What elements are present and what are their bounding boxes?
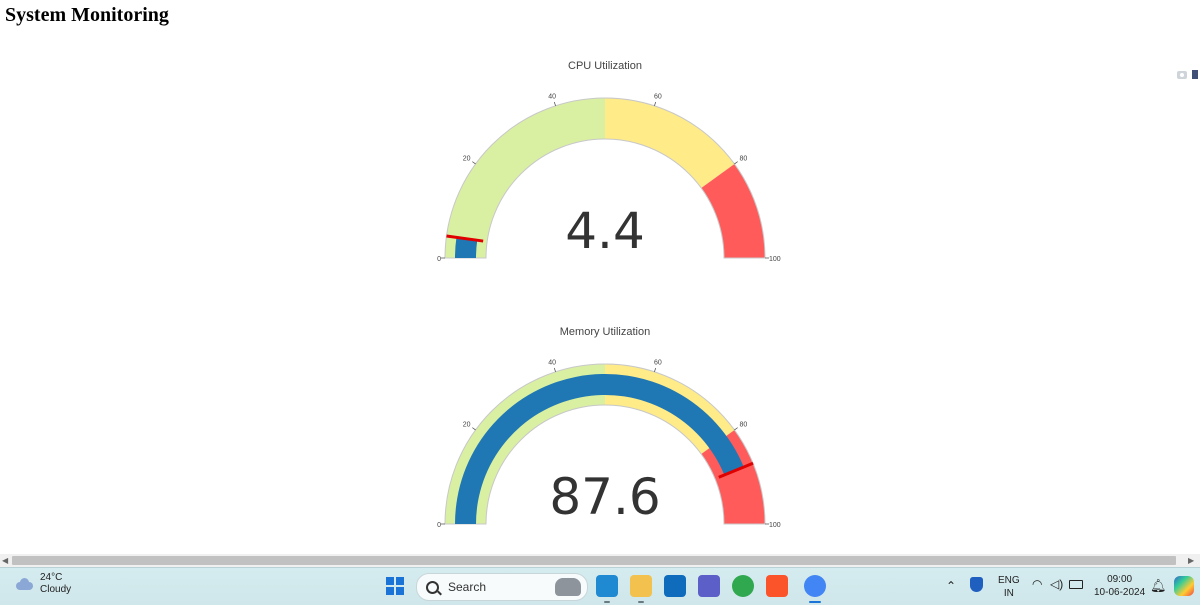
chevron-up-icon[interactable]: ⌃ — [946, 579, 956, 593]
copilot-icon[interactable] — [1174, 576, 1194, 596]
notification-bell-icon[interactable]: 🔔︎ — [1150, 578, 1167, 594]
cpu-tick-label: 20 — [463, 155, 471, 162]
cpu-tick-label: 40 — [548, 93, 556, 100]
chrome-icon[interactable] — [732, 575, 754, 597]
cpu-tick-60 — [654, 101, 657, 106]
battery-icon[interactable] — [1069, 580, 1083, 589]
running-indicator — [809, 601, 821, 603]
cpu-tick-label: 80 — [739, 155, 747, 162]
cpu-gauge: CPU Utilization 0 20 40 60 80 100 4.4 — [437, 60, 781, 263]
scroll-left-arrow-icon[interactable]: ◀ — [2, 556, 10, 565]
security-shield-icon[interactable] — [970, 577, 983, 592]
cpu-tick-80 — [734, 161, 738, 165]
clock-time: 09:00 — [1107, 574, 1133, 585]
language-indicator[interactable]: ENG IN — [998, 574, 1020, 600]
search-highlight-icon — [555, 578, 581, 596]
cpu-tick-label: 100 — [769, 256, 781, 263]
clock-date: 10-06-2024 — [1094, 587, 1146, 598]
wifi-icon[interactable]: ◠ — [1032, 577, 1042, 591]
page-title: System Monitoring — [5, 4, 169, 26]
memory-tick-label: 20 — [463, 421, 471, 428]
memory-gauge-title: Memory Utilization — [560, 326, 650, 338]
search-label: Search — [448, 580, 487, 594]
windows-start-icon[interactable] — [386, 577, 404, 595]
scroll-right-arrow-icon[interactable]: ▶ — [1188, 556, 1196, 565]
volume-icon[interactable]: ◁) — [1050, 577, 1063, 591]
taskbar: 24°C Cloudy Search ⌃ ENG IN ◠ ◁) 09:00 1… — [0, 567, 1200, 605]
weather-widget[interactable]: 24°C Cloudy — [14, 572, 71, 596]
memory-tick-label: 100 — [769, 522, 781, 529]
cpu-gauge-value: 4.4 — [565, 202, 645, 260]
memory-gauge-value: 87.6 — [549, 468, 660, 526]
memory-tick-40 — [553, 367, 556, 372]
scrollbar-thumb[interactable] — [12, 556, 1176, 565]
running-indicator — [604, 601, 610, 603]
cpu-gauge-title: CPU Utilization — [568, 60, 642, 72]
cpu-tick-label: 0 — [437, 256, 441, 263]
memory-tick-label: 80 — [739, 421, 747, 428]
taskbar-search[interactable]: Search — [416, 573, 588, 601]
file-explorer-icon[interactable] — [630, 575, 652, 597]
horizontal-scrollbar[interactable]: ◀ ▶ — [0, 554, 1200, 567]
dashboard-content: CPU Utilization 0 20 40 60 80 100 4.4 Memory … — [0, 30, 1200, 554]
weather-condition: Cloudy — [40, 584, 72, 595]
cpu-tick-label: 60 — [654, 93, 662, 100]
memory-tick-label: 60 — [654, 359, 662, 366]
cpu-tick-20 — [472, 161, 476, 165]
teams-icon[interactable] — [698, 575, 720, 597]
cloud-icon — [14, 578, 34, 590]
memory-tick-label: 40 — [548, 359, 556, 366]
memory-tick-60 — [654, 367, 657, 372]
running-indicator — [638, 601, 644, 603]
memory-tick-20 — [472, 427, 476, 431]
weather-temp: 24°C — [40, 572, 63, 583]
vscode-icon[interactable] — [596, 575, 618, 597]
brave-icon[interactable] — [766, 575, 788, 597]
search-icon — [426, 580, 439, 594]
memory-gauge: Memory Utilization 0 20 40 60 80 100 87.6 — [437, 326, 781, 529]
memory-tick-80 — [734, 427, 738, 431]
outlook-icon[interactable] — [664, 575, 686, 597]
cpu-tick-40 — [553, 101, 556, 106]
chrome-profile-icon[interactable] — [804, 575, 826, 597]
memory-tick-label: 0 — [437, 522, 441, 529]
clock[interactable]: 09:00 10-06-2024 — [1094, 573, 1145, 599]
